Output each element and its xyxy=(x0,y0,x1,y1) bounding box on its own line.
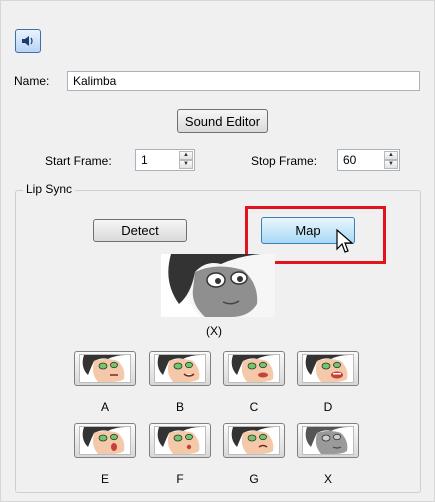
mouth-button-a[interactable] xyxy=(74,351,136,386)
lip-sync-title: Lip Sync xyxy=(23,182,76,196)
mouth-thumbnail xyxy=(79,426,131,455)
increment-arrow-icon[interactable]: ▲ xyxy=(384,151,398,160)
detect-button[interactable]: Detect xyxy=(93,219,187,242)
mouth-preview xyxy=(161,254,275,317)
start-frame-value: 1 xyxy=(141,153,148,167)
mouth-thumbnail xyxy=(302,426,354,455)
character-face-icon xyxy=(168,254,275,317)
mouth-thumbnail xyxy=(79,354,131,383)
mouth-thumbnail xyxy=(154,354,206,383)
mouth-thumbnail xyxy=(228,354,280,383)
mouth-thumbnail xyxy=(154,426,206,455)
mouth-label-g: G xyxy=(249,472,259,486)
mouth-label-b: B xyxy=(175,400,184,414)
mouth-button-x[interactable] xyxy=(297,423,359,458)
mouth-button-e[interactable] xyxy=(74,423,136,458)
stop-frame-label: Stop Frame: xyxy=(251,154,318,168)
mouth-x-icon xyxy=(305,427,353,454)
name-label: Name: xyxy=(14,74,50,88)
mouth-label-x: X xyxy=(323,472,332,486)
mouth-thumbnail xyxy=(302,354,354,383)
increment-arrow-icon[interactable]: ▲ xyxy=(179,151,193,160)
spin-arrows-icon[interactable]: ▲ ▼ xyxy=(384,151,398,169)
current-mouth-label: (X) xyxy=(206,324,222,338)
stop-frame-value: 60 xyxy=(343,153,357,167)
mouth-label-f: F xyxy=(176,472,184,486)
mouth-button-f[interactable] xyxy=(149,423,211,458)
mouth-button-b[interactable] xyxy=(149,351,211,386)
mouth-label-e: E xyxy=(100,472,109,486)
decrement-arrow-icon[interactable]: ▼ xyxy=(179,160,193,169)
mouth-label-c: C xyxy=(249,400,259,414)
spin-arrows-icon[interactable]: ▲ ▼ xyxy=(179,151,193,169)
layer-properties-panel: Name: Kalimba Sound Editor Start Frame: … xyxy=(0,0,435,502)
start-frame-stepper[interactable]: 1 ▲ ▼ xyxy=(135,149,195,171)
mouth-button-d[interactable] xyxy=(297,351,359,386)
mouth-d-icon xyxy=(305,355,353,382)
mouth-label-d: D xyxy=(323,400,333,414)
mouth-c-icon xyxy=(231,355,279,382)
mouth-button-g[interactable] xyxy=(223,423,285,458)
sound-toggle-button[interactable] xyxy=(15,29,41,53)
mouth-g-icon xyxy=(231,427,279,454)
mouse-pointer-icon xyxy=(336,229,354,253)
mouth-thumbnail xyxy=(228,426,280,455)
mouth-e-icon xyxy=(82,427,130,454)
decrement-arrow-icon[interactable]: ▼ xyxy=(384,160,398,169)
speaker-icon xyxy=(22,36,33,46)
mouth-a-icon xyxy=(82,355,130,382)
mouth-b-icon xyxy=(157,355,205,382)
start-frame-label: Start Frame: xyxy=(45,154,112,168)
mouth-f-icon xyxy=(157,427,205,454)
mouth-button-c[interactable] xyxy=(223,351,285,386)
stop-frame-stepper[interactable]: 60 ▲ ▼ xyxy=(337,149,400,171)
sound-editor-button[interactable]: Sound Editor xyxy=(177,109,268,133)
name-field[interactable]: Kalimba xyxy=(67,71,420,91)
mouth-label-a: A xyxy=(100,400,109,414)
